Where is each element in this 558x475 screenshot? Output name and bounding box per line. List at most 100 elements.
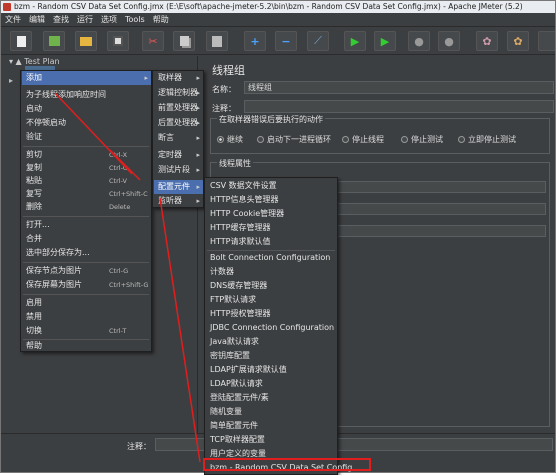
shutdown-icon[interactable]: ● [438,31,460,51]
config-http-request-defaults[interactable]: HTTP请求默认值 [206,235,337,249]
submenu-item-timer[interactable]: 定时器 ▸ [154,148,203,162]
submenu-item-assertion[interactable]: 断言 ▸ [154,131,203,145]
radio-stop-test-now[interactable]: 立即停止测试 [458,134,516,145]
property-field[interactable] [331,203,546,215]
menu-item-add-response-time[interactable]: 为子线程添加响应时间 [22,88,151,102]
menu-item-cut[interactable]: 剪切 Ctrl-X [22,148,151,162]
radio-stop-test[interactable]: 停止测试 [401,134,443,145]
config-counter[interactable]: 计数器 [206,265,337,279]
submenu-item-listener[interactable]: 监听器 ▸ [154,194,203,208]
config-http-auth-manager[interactable]: HTTP授权管理器 [206,307,337,321]
submenu-arrow-icon: ▸ [144,74,148,82]
submenu-item-label: 逻辑控制器 [158,88,198,97]
menu-item-save-selection[interactable]: 选中部分保存为... [22,246,151,260]
submenu-item-post-processor[interactable]: 后置处理器 ▸ [154,116,203,130]
menu-item-label: 粘贴 [26,176,42,185]
menu-run[interactable]: 运行 [77,13,93,27]
submenu-item-pre-processor[interactable]: 前置处理器 ▸ [154,101,203,115]
error-action-group: 在取样器错误后要执行的动作 继续 启动下一进程循环 停止线程 停止测试 立即停止… [210,114,550,154]
property-field[interactable] [331,181,546,193]
paste-icon[interactable] [206,31,228,51]
config-java-request-defaults[interactable]: Java默认请求 [206,335,337,349]
config-ldap-extended-defaults[interactable]: LDAP扩展请求默认值 [206,363,337,377]
submenu-item-sampler[interactable]: 取样器 ▸ [154,71,203,85]
submenu-item-logic-controller[interactable]: 逻辑控制器 ▸ [154,86,203,100]
config-item-label: 随机变量 [210,407,242,416]
radio-stop-test-label: 停止测试 [411,135,443,144]
menu-item-label: 打开... [26,220,50,229]
open-icon[interactable] [75,31,97,51]
cut-icon[interactable]: ✂ [142,31,164,51]
config-simple-config[interactable]: 简单配置元件 [206,419,337,433]
menu-item-label: 启动 [26,104,42,113]
submenu-item-config-element[interactable]: 配置元件 ▸ [154,180,203,194]
submenu-arrow-icon: ▸ [196,166,200,174]
menu-item-merge[interactable]: 合并 [22,232,151,246]
start-no-pause-icon[interactable]: ▶ [374,31,396,51]
menu-options[interactable]: 选项 [101,13,117,27]
config-jdbc-connection[interactable]: JDBC Connection Configuration [206,321,337,335]
stop-icon[interactable]: ● [408,31,430,51]
start-icon[interactable]: ▶ [344,31,366,51]
expand-icon[interactable]: + [244,31,266,51]
config-bolt-connection[interactable]: Bolt Connection Configuration [206,251,337,265]
config-ldap-request-defaults[interactable]: LDAP默认请求 [206,377,337,391]
new-icon[interactable] [10,31,32,51]
radio-stop-thread[interactable]: 停止线程 [342,134,384,145]
menu-item-start[interactable]: 启动 [22,102,151,116]
menu-item-save-screen-image[interactable]: 保存屏幕为图片 Ctrl+Shift-G [22,278,151,292]
submenu-item-label: 断言 [158,133,174,142]
menu-item-enable[interactable]: 启用 [22,296,151,310]
menu-search[interactable]: 查找 [53,13,69,27]
tree-row-collapsed[interactable]: ▸ [9,76,13,85]
menu-item-start-no-pause[interactable]: 不停顿启动 [22,116,151,130]
menu-item-add[interactable]: 添加 ▸ [22,71,151,85]
config-random-variable[interactable]: 随机变量 [206,405,337,419]
config-tcp-sampler-config[interactable]: TCP取样器配置 [206,433,337,447]
toggle-icon[interactable]: ⟋ [307,31,329,51]
comment-field[interactable] [244,100,554,113]
property-field[interactable] [331,225,546,237]
save-icon[interactable] [107,31,129,51]
config-http-cache-manager[interactable]: HTTP缓存管理器 [206,221,337,235]
menu-edit[interactable]: 编辑 [29,13,45,27]
menu-item-label: 复制 [26,163,42,172]
menu-item-help[interactable]: 帮助 [22,339,151,353]
menu-file[interactable]: 文件 [5,13,21,27]
menu-item-toggle[interactable]: 切换 Ctrl-T [22,324,151,338]
copy-icon[interactable] [173,31,195,51]
config-login-config[interactable]: 登陆配置元件/素 [206,391,337,405]
config-http-header-manager[interactable]: HTTP信息头管理器 [206,193,337,207]
menu-item-copy[interactable]: 复制 Ctrl-C [22,161,151,175]
tree-root[interactable]: ▾ ▲ Test Plan [9,57,60,66]
menu-item-validate[interactable]: 验证 [22,130,151,144]
menu-help[interactable]: 帮助 [153,13,169,27]
menu-bar: 文件 编辑 查找 运行 选项 Tools 帮助 [1,13,555,27]
menu-item-open[interactable]: 打开... [22,218,151,232]
menu-item-paste[interactable]: 粘贴 Ctrl-V [22,174,151,188]
menu-item-save-node-image[interactable]: 保存节点为图片 Ctrl-G [22,264,151,278]
radio-start-next-loop[interactable]: 启动下一进程循环 [257,134,331,145]
menu-item-duplicate[interactable]: 复写 Ctrl+Shift-C [22,187,151,201]
submenu-item-test-fragment[interactable]: 测试片段 ▸ [154,163,203,177]
config-item-label: FTP默认请求 [210,295,257,304]
menu-item-delete[interactable]: 删除 Delete [22,200,151,214]
config-http-cookie-manager[interactable]: HTTP Cookie管理器 [206,207,337,221]
radio-continue[interactable]: 继续 [217,134,243,145]
config-csv-data-set[interactable]: CSV 数据文件设置 [206,179,337,193]
search-icon[interactable] [538,31,555,51]
submenu-item-label: 测试片段 [158,165,190,174]
radio-stop-thread-label: 停止线程 [352,135,384,144]
menu-item-disable[interactable]: 禁用 [22,310,151,324]
config-keystore[interactable]: 密钥库配置 [206,349,337,363]
clear-icon[interactable]: ✿ [476,31,498,51]
templates-icon[interactable] [43,31,65,51]
clear-all-icon[interactable]: ✿ [507,31,529,51]
submenu-item-label: 监听器 [158,196,182,205]
collapse-icon[interactable]: − [275,31,297,51]
menu-item-shortcut: Ctrl-T [109,327,127,335]
name-field[interactable]: 线程组 [244,81,554,94]
config-ftp-request-defaults[interactable]: FTP默认请求 [206,293,337,307]
config-dns-cache-manager[interactable]: DNS缓存管理器 [206,279,337,293]
menu-tools[interactable]: Tools [125,13,145,27]
